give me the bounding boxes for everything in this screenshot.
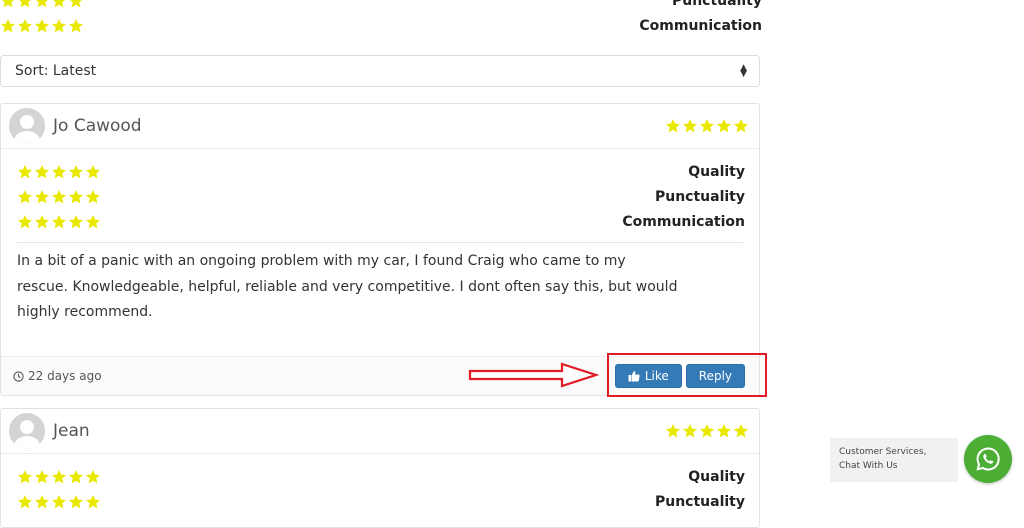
criteria-label: Quality — [688, 163, 745, 180]
whatsapp-icon — [976, 447, 1000, 471]
criteria-label: Communication — [622, 213, 745, 230]
chat-label-box[interactable]: Customer Services, Chat With Us — [830, 438, 958, 482]
annotation-arrow — [468, 362, 600, 388]
star-icon — [68, 214, 84, 230]
star-icon — [17, 214, 33, 230]
communication-stars — [17, 214, 101, 230]
criteria-label: Punctuality — [654, 493, 745, 510]
star-icon — [85, 469, 101, 485]
star-icon — [17, 0, 33, 9]
time-text: 22 days ago — [28, 369, 102, 383]
star-icon — [17, 494, 33, 510]
star-icon — [34, 469, 50, 485]
star-icon — [733, 118, 749, 134]
overall-rating-stars — [665, 423, 749, 439]
star-icon — [51, 18, 67, 34]
star-icon — [665, 423, 681, 439]
star-icon — [68, 494, 84, 510]
star-icon — [51, 214, 67, 230]
star-icon — [682, 423, 698, 439]
star-icon — [34, 189, 50, 205]
star-icon — [51, 469, 67, 485]
quality-stars — [17, 164, 101, 180]
star-icon — [68, 164, 84, 180]
quality-stars — [17, 469, 101, 485]
star-icon — [699, 118, 715, 134]
summary-row-punctuality: Punctuality — [0, 0, 762, 13]
star-icon — [68, 0, 84, 9]
summary-label: Punctuality — [671, 0, 762, 9]
overall-rating-stars — [665, 118, 749, 134]
star-icon — [0, 18, 16, 34]
star-icon — [68, 18, 84, 34]
select-arrows-icon: ▲ ▼ — [740, 63, 747, 79]
star-icon — [699, 423, 715, 439]
star-icon — [85, 164, 101, 180]
star-icon — [34, 494, 50, 510]
star-icon — [51, 0, 67, 9]
star-icon — [34, 18, 50, 34]
star-icon — [665, 118, 681, 134]
review-author: Jean — [9, 413, 90, 449]
criteria-row-quality: Quality — [17, 464, 745, 489]
criteria-row-punctuality: Punctuality — [17, 489, 745, 514]
star-icon — [34, 214, 50, 230]
chat-label: Customer Services, Chat With Us — [839, 447, 927, 471]
review-header: Jo Cawood — [1, 104, 759, 149]
star-icon — [716, 423, 732, 439]
star-icon — [51, 189, 67, 205]
summary-label: Communication — [639, 17, 762, 34]
whatsapp-chat-button[interactable] — [964, 435, 1012, 483]
punctuality-stars — [17, 189, 101, 205]
star-icon — [682, 118, 698, 134]
avatar — [9, 108, 45, 144]
criteria-row-punctuality: Punctuality — [17, 184, 745, 209]
avatar — [9, 413, 45, 449]
star-icon — [85, 494, 101, 510]
sort-label: Sort: Latest — [15, 63, 97, 79]
review-author: Jo Cawood — [9, 108, 142, 144]
clock-icon — [13, 370, 24, 382]
author-name: Jo Cawood — [53, 116, 142, 136]
star-icon — [34, 164, 50, 180]
star-icon — [68, 469, 84, 485]
star-icon — [17, 164, 33, 180]
punctuality-stars — [17, 494, 101, 510]
review-time: 22 days ago — [13, 369, 102, 383]
criteria-row-quality: Quality — [17, 159, 745, 184]
punctuality-stars — [0, 0, 84, 9]
star-icon — [733, 423, 749, 439]
review-card: Jean Quality Punctuality — [0, 408, 760, 528]
communication-stars — [0, 18, 84, 34]
star-icon — [85, 189, 101, 205]
star-icon — [51, 494, 67, 510]
criteria-ratings: Quality Punctuality Communication — [1, 149, 759, 234]
criteria-row-communication: Communication — [17, 209, 745, 234]
star-icon — [0, 0, 16, 9]
criteria-label: Punctuality — [654, 188, 745, 205]
star-icon — [17, 189, 33, 205]
star-icon — [68, 189, 84, 205]
review-header: Jean — [1, 409, 759, 454]
annotation-highlight-box — [607, 353, 767, 397]
review-text: In a bit of a panic with an ongoing prob… — [17, 253, 678, 320]
summary-row-communication: Communication — [0, 13, 762, 38]
rating-summary: Punctuality Communication — [0, 0, 762, 38]
criteria-label: Quality — [688, 468, 745, 485]
sort-select[interactable]: Sort: Latest ▲ ▼ — [0, 55, 760, 87]
star-icon — [17, 469, 33, 485]
star-icon — [85, 214, 101, 230]
star-icon — [716, 118, 732, 134]
criteria-ratings: Quality Punctuality — [1, 454, 759, 514]
star-icon — [34, 0, 50, 9]
star-icon — [17, 18, 33, 34]
author-name: Jean — [53, 421, 90, 441]
star-icon — [51, 164, 67, 180]
